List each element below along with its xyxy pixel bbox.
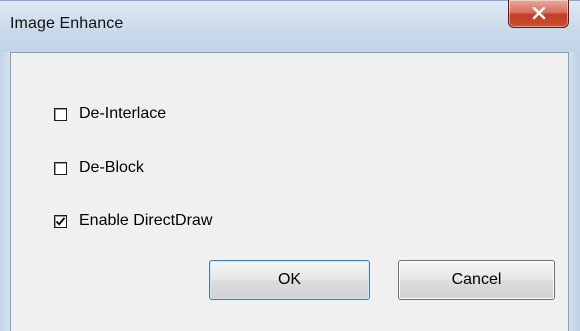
cancel-button[interactable]: Cancel <box>398 260 555 300</box>
de-block-checkbox[interactable] <box>54 161 67 175</box>
title-bar[interactable]: Image Enhance <box>0 0 580 53</box>
option-enable-directdraw[interactable]: Enable DirectDraw <box>54 211 212 231</box>
close-icon <box>532 7 546 20</box>
ok-button[interactable]: OK <box>209 260 370 300</box>
option-de-interlace[interactable]: De-Interlace <box>54 104 166 124</box>
window-frame-left <box>0 52 10 331</box>
de-interlace-label[interactable]: De-Interlace <box>79 105 166 123</box>
de-block-label[interactable]: De-Block <box>79 159 144 177</box>
enable-directdraw-checkbox[interactable] <box>54 214 67 228</box>
checkmark-icon <box>55 216 66 226</box>
image-enhance-dialog: Image Enhance De-Interlace De-Block Enab… <box>0 0 580 331</box>
option-de-block[interactable]: De-Block <box>54 158 144 178</box>
window-title: Image Enhance <box>10 15 124 32</box>
enable-directdraw-label[interactable]: Enable DirectDraw <box>79 212 212 230</box>
close-button[interactable] <box>508 0 569 28</box>
window-frame-right <box>569 52 580 331</box>
de-interlace-checkbox[interactable] <box>54 107 67 121</box>
